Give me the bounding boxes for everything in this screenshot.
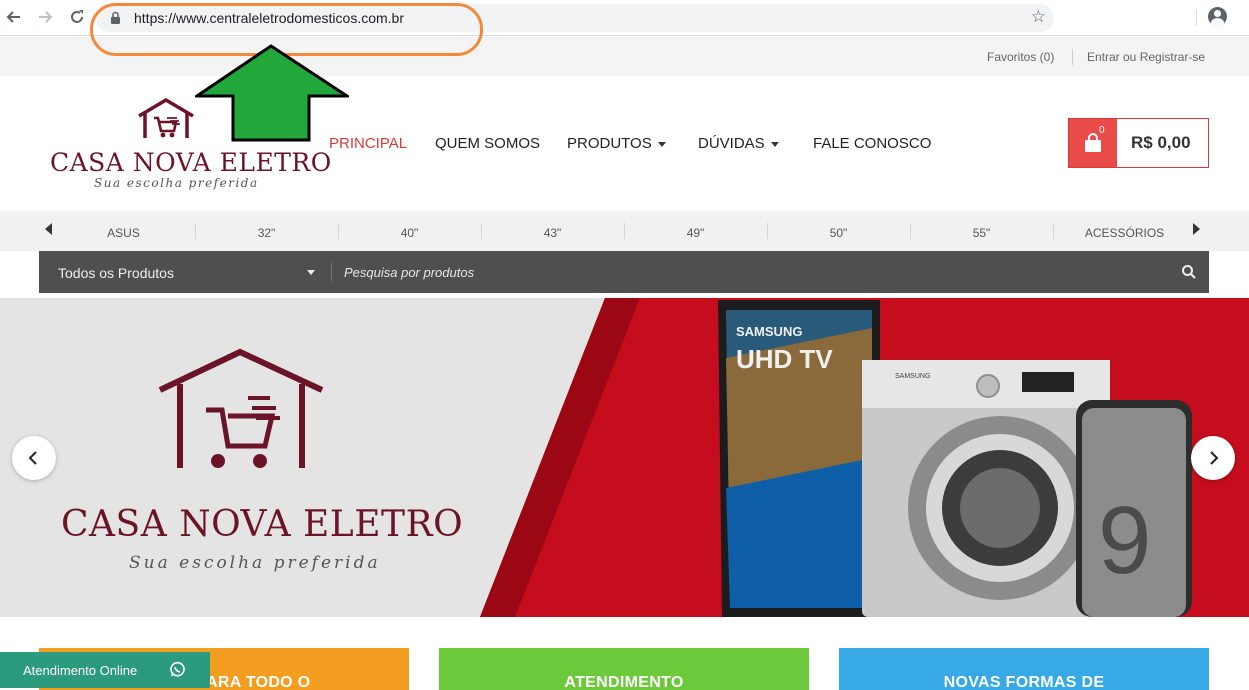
category-bar: ASUS 32" 40" 43" 49" 50" 55" ACESSÓRIOS xyxy=(0,211,1249,251)
back-arrow-icon[interactable] xyxy=(3,6,25,28)
tv-image: SAMSUNG UHD TV xyxy=(718,300,880,617)
site-header: CASA NOVA ELETRO Sua escolha preferida P… xyxy=(0,76,1249,211)
category-item[interactable]: 40" xyxy=(338,226,481,240)
category-item[interactable]: 32" xyxy=(195,226,338,240)
feature-tile-label: NOVAS FORMAS DE xyxy=(943,674,1105,690)
online-support-button[interactable]: Atendimento Online xyxy=(0,652,210,688)
hero-subtitle: Sua escolha preferida xyxy=(129,553,381,573)
whatsapp-icon xyxy=(169,661,186,683)
category-item[interactable]: ACESSÓRIOS xyxy=(1053,226,1196,240)
tv-label: UHD TV xyxy=(736,344,833,374)
menu-item-quem-somos[interactable]: QUEM SOMOS xyxy=(435,135,540,152)
slider-next-button[interactable] xyxy=(1191,436,1235,480)
chevron-left-icon xyxy=(28,451,37,465)
shopping-bag-icon xyxy=(1085,133,1101,152)
logo-subtitle: Sua escolha preferida xyxy=(94,176,259,190)
caret-down-icon xyxy=(770,141,779,147)
tv-brand: SAMSUNG xyxy=(736,324,802,339)
menu-label: QUEM SOMOS xyxy=(435,135,541,152)
topbar-divider xyxy=(1072,49,1073,65)
search-bar: Todos os Produtos xyxy=(39,251,1209,293)
category-item[interactable]: 50" xyxy=(767,226,910,240)
caret-down-icon xyxy=(657,141,666,147)
cart-count: 0 xyxy=(1099,125,1105,136)
profile-icon[interactable] xyxy=(1208,7,1227,26)
hero-banner: SAMSUNG UHD TV SAMSUNG 9 CASA NOVA ELETR… xyxy=(0,298,1249,617)
search-input[interactable] xyxy=(344,261,1164,283)
menu-item-produtos[interactable]: PRODUTOS xyxy=(567,135,666,152)
logo-title[interactable]: CASA NOVA ELETRO xyxy=(50,148,332,177)
forward-arrow-icon[interactable] xyxy=(34,6,56,28)
feature-tile-atendimento[interactable]: ATENDIMENTO xyxy=(439,648,809,690)
caret-down-icon[interactable] xyxy=(307,270,315,275)
search-category-select[interactable]: Todos os Produtos xyxy=(58,265,174,281)
menu-item-duvidas[interactable]: DÚVIDAS xyxy=(698,135,779,152)
annotation-arrow-up-icon xyxy=(195,44,349,142)
favorites-link[interactable]: Favoritos (0) xyxy=(987,50,1054,64)
hero-title: CASA NOVA ELETRO xyxy=(61,504,464,545)
feature-tile-pagamento[interactable]: NOVAS FORMAS DE xyxy=(839,648,1209,690)
top-utility-bar: Favoritos (0) Entrar ou Registrar-se xyxy=(0,37,1249,76)
browser-toolbar: https://www.centraleletrodomesticos.com.… xyxy=(0,0,1249,36)
menu-label: PRODUTOS xyxy=(567,135,652,152)
search-icon[interactable] xyxy=(1181,264,1197,280)
menu-item-fale-conosco[interactable]: FALE CONOSCO xyxy=(813,135,931,152)
online-support-label: Atendimento Online xyxy=(23,663,138,678)
phone-image: 9 xyxy=(1076,400,1192,617)
reload-icon[interactable] xyxy=(66,6,88,28)
washer-image: SAMSUNG xyxy=(862,360,1110,617)
address-url: https://www.centraleletrodomesticos.com.… xyxy=(134,10,404,26)
lock-icon xyxy=(110,11,121,30)
menu-label: FALE CONOSCO xyxy=(813,135,932,152)
feature-tile-label: ATENDIMENTO xyxy=(564,674,684,690)
toolbar-divider xyxy=(1196,10,1197,26)
house-cart-icon[interactable] xyxy=(137,97,195,145)
chevron-right-icon[interactable] xyxy=(1193,223,1200,235)
category-item[interactable]: 49" xyxy=(624,226,767,240)
phone-label: 9 xyxy=(1098,487,1151,594)
chevron-left-icon[interactable] xyxy=(45,223,52,235)
login-link[interactable]: Entrar ou Registrar-se xyxy=(1087,50,1205,64)
washer-brand: SAMSUNG xyxy=(895,373,930,380)
menu-label: DÚVIDAS xyxy=(698,135,765,152)
slider-prev-button[interactable] xyxy=(12,436,56,480)
category-item[interactable]: 55" xyxy=(910,226,1053,240)
address-bar[interactable]: https://www.centraleletrodomesticos.com.… xyxy=(96,4,1054,32)
search-divider xyxy=(331,263,332,281)
cart-button[interactable]: 0 R$ 0,00 xyxy=(1068,118,1209,168)
category-item[interactable]: 43" xyxy=(481,226,624,240)
cart-icon-cell: 0 xyxy=(1069,119,1117,167)
chevron-right-icon xyxy=(1210,451,1219,465)
cart-total: R$ 0,00 xyxy=(1131,133,1191,152)
star-icon[interactable]: ☆ xyxy=(1031,7,1046,27)
category-item[interactable]: ASUS xyxy=(52,226,195,240)
